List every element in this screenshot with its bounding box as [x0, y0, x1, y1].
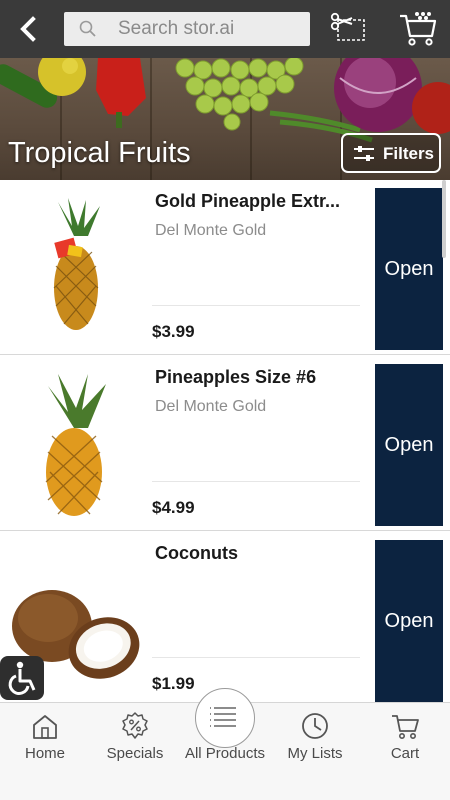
- open-button[interactable]: Open: [375, 364, 443, 526]
- all-products-button[interactable]: [195, 688, 255, 748]
- pineapple-with-tag-image: [53, 198, 100, 330]
- product-name[interactable]: Coconuts: [155, 543, 365, 564]
- coupons-button[interactable]: [330, 12, 368, 44]
- filters-button[interactable]: Filters: [341, 133, 441, 173]
- product-price: $4.99: [152, 498, 195, 517]
- product-row[interactable]: Coconuts $1.99 Open: [0, 532, 450, 702]
- cart-button[interactable]: [398, 10, 438, 48]
- divider: [152, 481, 360, 482]
- product-row[interactable]: Gold Pineapple Extr... Del Monte Gold $3…: [0, 180, 450, 355]
- specials-icon: [122, 712, 148, 739]
- wheelchair-icon: [8, 661, 36, 695]
- open-button[interactable]: Open: [375, 188, 443, 350]
- accessibility-button[interactable]: [0, 656, 44, 700]
- search-icon: [79, 20, 96, 37]
- category-title: Tropical Fruits: [8, 137, 191, 169]
- top-bar: [0, 0, 450, 58]
- nav-label: My Lists: [287, 745, 343, 762]
- nav-label: Specials: [106, 745, 164, 762]
- list-icon: [210, 707, 236, 727]
- sliders-icon: [354, 146, 374, 161]
- search-bar[interactable]: [64, 12, 310, 46]
- product-row[interactable]: Pineapples Size #6 Del Monte Gold $4.99 …: [0, 356, 450, 531]
- nav-label: Cart: [390, 745, 420, 762]
- back-icon: [20, 16, 36, 42]
- product-price: $1.99: [152, 674, 195, 693]
- product-brand: Del Monte Gold: [155, 398, 267, 415]
- nav-home[interactable]: Home: [0, 703, 90, 800]
- nav-specials[interactable]: Specials: [90, 703, 180, 800]
- product-price: $3.99: [152, 322, 195, 341]
- nav-cart[interactable]: Cart: [360, 703, 450, 800]
- product-name[interactable]: Gold Pineapple Extr...: [155, 191, 365, 212]
- nav-my-lists[interactable]: My Lists: [270, 703, 360, 800]
- pineapple-image: [45, 374, 106, 516]
- product-list[interactable]: Gold Pineapple Extr... Del Monte Gold $3…: [0, 180, 450, 702]
- divider: [152, 305, 360, 306]
- cart-icon: [392, 715, 419, 739]
- filters-label: Filters: [383, 144, 435, 163]
- open-button[interactable]: Open: [375, 540, 443, 702]
- product-name[interactable]: Pineapples Size #6: [155, 367, 365, 388]
- divider: [152, 657, 360, 658]
- search-input[interactable]: [118, 12, 304, 46]
- home-icon: [33, 715, 57, 739]
- scissors-coupon-icon: [330, 12, 365, 41]
- cart-icon: [400, 12, 437, 46]
- back-button[interactable]: [14, 14, 44, 44]
- product-brand: Del Monte Gold: [155, 222, 267, 239]
- nav-label: Home: [24, 745, 65, 762]
- clock-icon: [302, 713, 328, 739]
- scrollbar[interactable]: [442, 180, 446, 258]
